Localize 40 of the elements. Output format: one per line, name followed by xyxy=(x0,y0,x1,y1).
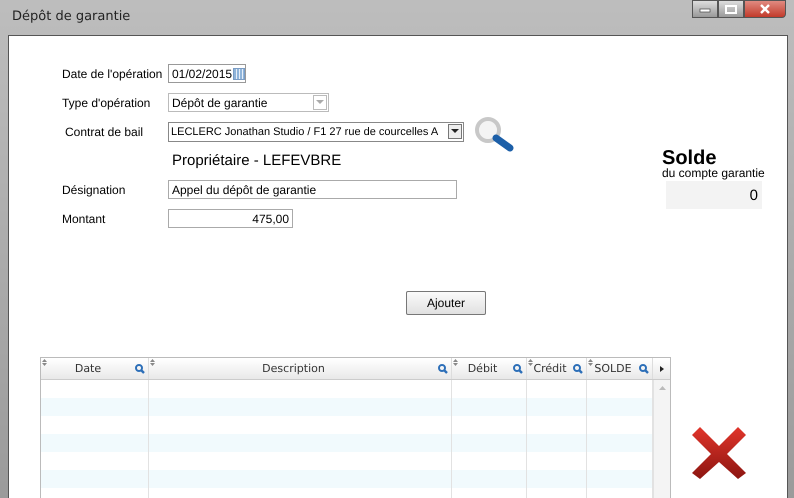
close-icon xyxy=(758,4,772,14)
sort-icon[interactable] xyxy=(42,359,47,366)
delete-icon[interactable] xyxy=(690,425,748,481)
column-header[interactable]: SOLDE xyxy=(587,358,653,379)
window-title: Dépôt de garantie xyxy=(12,9,130,24)
field-label: Date de l'opération xyxy=(62,66,164,80)
column-header[interactable]: Description xyxy=(149,358,452,379)
column-header[interactable]: Débit xyxy=(452,358,527,379)
search-icon[interactable] xyxy=(135,364,145,374)
search-icon[interactable] xyxy=(573,364,583,374)
sort-icon[interactable] xyxy=(528,359,533,366)
sort-icon[interactable] xyxy=(453,359,458,366)
contract-dropdown[interactable]: LECLERC Jonathan Studio / F1 27 rue de courcelles A xyxy=(168,122,464,142)
owner-text: Propriétaire - LEFEVBRE xyxy=(171,152,342,169)
amount-field[interactable]: 475,00 xyxy=(168,209,293,228)
minimize-button[interactable] xyxy=(692,0,718,18)
balance-title: Solde xyxy=(662,149,718,167)
date-field[interactable]: 01/02/2015 xyxy=(168,64,246,83)
maximize-button[interactable] xyxy=(718,0,744,18)
sort-icon[interactable] xyxy=(150,359,155,366)
calendar-icon[interactable] xyxy=(233,68,245,80)
search-icon[interactable] xyxy=(513,364,523,374)
balance-value: 0 xyxy=(666,181,762,209)
search-icon[interactable] xyxy=(438,364,448,374)
scroll-bar[interactable] xyxy=(653,380,670,498)
type-dropdown[interactable]: Dépôt de garantie xyxy=(168,93,329,112)
column-header[interactable]: Crédit xyxy=(527,358,587,379)
column-header[interactable]: Date xyxy=(41,358,149,379)
search-icon[interactable] xyxy=(639,364,649,374)
sort-icon[interactable] xyxy=(588,359,593,366)
designation-field[interactable]: Appel du dépôt de garantie xyxy=(168,180,457,199)
field-label: Type d'opération xyxy=(62,96,152,110)
balance-subtitle: du compte garantie xyxy=(662,167,765,179)
field-label: Contrat de bail xyxy=(64,124,144,138)
field-label: Désignation xyxy=(62,182,126,196)
maximize-icon xyxy=(725,4,737,14)
add-button[interactable]: Ajouter xyxy=(406,291,486,315)
search-icon[interactable] xyxy=(472,116,516,152)
close-button[interactable] xyxy=(744,0,786,18)
field-label: Montant xyxy=(62,212,106,226)
